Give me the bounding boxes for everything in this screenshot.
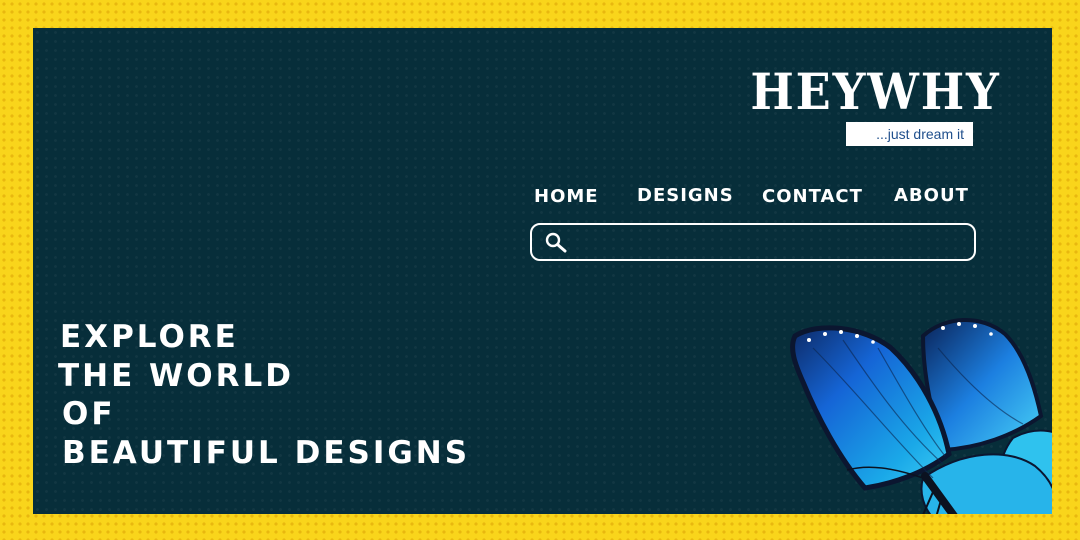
search-icon[interactable] [544,231,568,255]
hero-headline: EXPLORE THE WORLD OF BEAUTIFUL DESIGNS [58,318,470,472]
hero-panel: HEYWHY ...just dream it HOME DESIGNS CON… [33,28,1052,514]
headline-line-4: BEAUTIFUL DESIGNS [62,434,471,471]
brand-tagline: ...just dream it [846,122,973,146]
headline-line-2: THE WORLD [58,357,294,394]
main-nav: HOME DESIGNS CONTACT ABOUT [533,185,973,209]
butterfly-icon [773,288,1052,514]
nav-item-about[interactable]: ABOUT [894,185,969,206]
nav-item-designs[interactable]: DESIGNS [637,185,734,206]
brand-logo[interactable]: HEYWHY ...just dream it [731,62,1001,146]
headline-line-1: EXPLORE [60,319,239,355]
headline-line-3: OF [62,396,116,432]
brand-name: HEYWHY [750,62,1001,121]
nav-item-contact[interactable]: CONTACT [762,186,863,207]
search-bar[interactable] [530,223,976,261]
search-input[interactable] [576,229,965,257]
nav-item-home[interactable]: HOME [534,186,599,207]
